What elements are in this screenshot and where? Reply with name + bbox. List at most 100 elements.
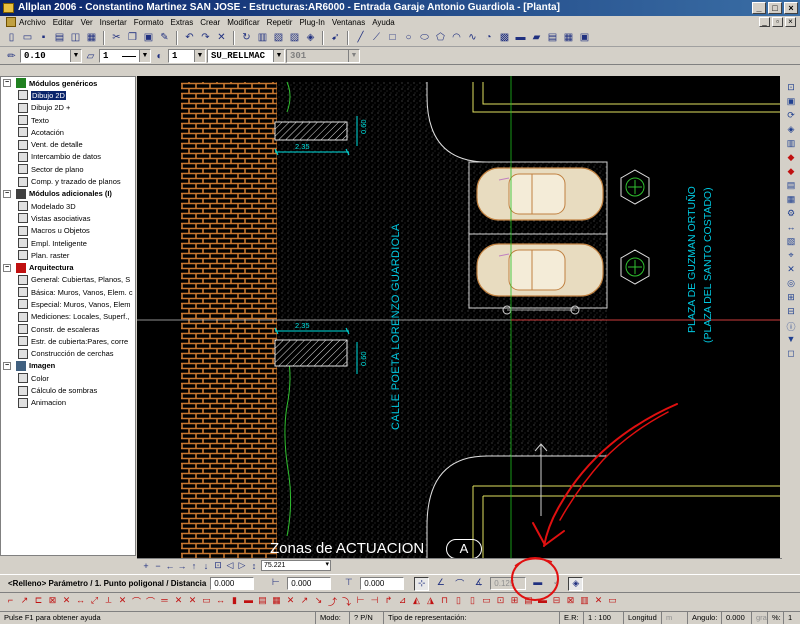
dimension-icon[interactable]: ⊞ <box>785 292 798 303</box>
print-preview-icon[interactable]: ◫ <box>68 30 83 45</box>
arc-snap-icon[interactable]: ⌒ <box>452 577 467 591</box>
maximize-button[interactable]: □ <box>768 2 782 14</box>
regenerate-icon[interactable]: ⟳ <box>785 110 798 121</box>
layer-visibility-icon[interactable]: ▥ <box>785 138 798 149</box>
spline-icon[interactable]: ∿ <box>465 30 480 45</box>
snap-object-button[interactable]: ◈ <box>568 576 584 591</box>
new-file-icon[interactable]: ▯ <box>4 30 19 45</box>
copy-up-icon[interactable]: ⤴ <box>326 595 339 609</box>
zoom-out-icon[interactable]: − <box>153 561 163 571</box>
circle-icon[interactable]: ○ <box>401 30 416 45</box>
mirror-icon[interactable]: ↔ <box>214 595 227 609</box>
copy-down-icon[interactable]: ⤵ <box>340 595 353 609</box>
dy-field[interactable]: 0.000 <box>360 577 405 590</box>
zoom-in-icon[interactable]: + <box>141 561 151 571</box>
module-item[interactable]: Comp. y trazado de planos <box>1 175 135 187</box>
collapse-icon[interactable]: − <box>3 361 11 370</box>
mdi-minimize-button[interactable]: _ <box>759 17 770 27</box>
columns-icon[interactable]: ▥ <box>578 595 591 609</box>
extend-icon[interactable]: ⊟ <box>785 306 798 317</box>
module-item[interactable]: Empl. Inteligente <box>1 237 135 249</box>
open-folder-icon[interactable]: ▭ <box>20 30 35 45</box>
contour-icon[interactable]: ◔ <box>481 30 496 45</box>
module-item[interactable]: Estr. de cubierta:Pares, corre <box>1 335 135 347</box>
measure-icon[interactable]: ↔ <box>785 222 798 233</box>
document-icon[interactable] <box>6 17 16 27</box>
module-group[interactable]: − Imagen <box>1 360 135 372</box>
module-item[interactable]: Acotación <box>1 126 135 138</box>
offset-line-icon[interactable]: ⊏ <box>32 595 45 609</box>
line-icon[interactable]: ╱ <box>353 30 368 45</box>
redo-icon[interactable]: ↷ <box>198 30 213 45</box>
menu-formato[interactable]: Formato <box>134 18 164 27</box>
shading-icon[interactable]: ▰ <box>529 30 544 45</box>
dx-field[interactable]: 0.000 <box>287 577 332 590</box>
pan-right-icon[interactable]: → <box>177 561 187 571</box>
break-icon[interactable]: ✕ <box>186 595 199 609</box>
angle-field[interactable]: 0.125 <box>490 577 527 590</box>
module-item[interactable]: Modelado 3D <box>1 200 135 212</box>
image-icon[interactable]: ▨ <box>287 30 302 45</box>
menu-ayuda[interactable]: Ayuda <box>372 18 395 27</box>
remove-icon[interactable]: ✕ <box>284 595 297 609</box>
snap-icon[interactable]: ⌖ <box>785 250 798 261</box>
close-tool-icon[interactable]: ✕ <box>592 595 605 609</box>
box-icon[interactable]: ▭ <box>200 595 213 609</box>
delete-segment-icon[interactable]: ⊠ <box>46 595 59 609</box>
module-item[interactable]: Macros u Objetos <box>1 225 135 237</box>
menu-plugin[interactable]: Plug-In <box>299 18 324 27</box>
delete-icon[interactable]: ✕ <box>214 30 229 45</box>
fillet-icon[interactable]: ⌒ <box>130 595 143 609</box>
menu-ver[interactable]: Ver <box>81 18 93 27</box>
window-icon[interactable]: ▭ <box>606 595 619 609</box>
settings-icon[interactable]: ⚙ <box>785 208 798 219</box>
object-icon[interactable]: ◻ <box>785 348 798 359</box>
menu-crear[interactable]: Crear <box>200 18 220 27</box>
pan-down-icon[interactable]: ↓ <box>201 561 211 571</box>
grid-delete-icon[interactable]: ⊠ <box>564 595 577 609</box>
ellipse-icon[interactable]: ⬭ <box>417 30 432 45</box>
zoom-extents-icon[interactable]: ⊡ <box>213 560 223 571</box>
module-group[interactable]: − Módulos adicionales (I) <box>1 188 135 200</box>
previous-view-icon[interactable]: ◁ <box>225 560 235 571</box>
filter-icon[interactable]: ▼ <box>785 334 798 345</box>
line-color-combo[interactable]: 1 ▼ <box>168 49 206 63</box>
layer-combo[interactable]: SU_RELLMAC ▼ <box>207 49 285 63</box>
wedge-left-icon[interactable]: ◭ <box>410 595 423 609</box>
grid-icon[interactable]: ▦ <box>785 194 798 205</box>
paste-icon[interactable]: ▣ <box>141 30 156 45</box>
layers-icon[interactable]: ▧ <box>271 30 286 45</box>
grid-remove-icon[interactable]: ⊟ <box>550 595 563 609</box>
cube-icon[interactable]: ◈ <box>303 30 318 45</box>
stretch-icon[interactable]: ↔ <box>74 595 87 609</box>
panel-alt-icon[interactable]: ▯ <box>466 595 479 609</box>
menu-archivo[interactable]: Archivo <box>19 18 46 27</box>
select-icon[interactable]: ⊡ <box>494 595 507 609</box>
chamfer-icon[interactable]: ⌒ <box>144 595 157 609</box>
close-button[interactable]: × <box>784 2 798 14</box>
menu-ventanas[interactable]: Ventanas <box>332 18 365 27</box>
zoom-all-icon[interactable]: ▣ <box>785 96 798 107</box>
parallel-icon[interactable]: ═ <box>158 595 171 609</box>
erase-icon[interactable]: ✕ <box>172 595 185 609</box>
pan-up-icon[interactable]: ↑ <box>189 561 199 571</box>
drawing-canvas[interactable]: 2.35 2.35 0.60 0.60 <box>137 76 780 558</box>
module-item[interactable]: Plan. raster <box>1 249 135 261</box>
module-item[interactable]: Mediciones: Locales, Superf., <box>1 311 135 323</box>
bracket-icon[interactable]: ⊓ <box>438 595 451 609</box>
filter-toggle-icon[interactable]: ✓ <box>549 577 564 591</box>
collapse-icon[interactable]: − <box>3 263 11 272</box>
move-icon[interactable]: ↗ <box>298 595 311 609</box>
undo-icon[interactable]: ↶ <box>182 30 197 45</box>
module-item[interactable]: Color <box>1 372 135 384</box>
module-item[interactable]: Sector de plano <box>1 163 135 175</box>
hide-icon[interactable]: ▧ <box>785 236 798 247</box>
collapse-icon[interactable]: − <box>3 79 11 88</box>
mdi-close-button[interactable]: × <box>785 17 796 27</box>
corner-icon[interactable]: ↱ <box>382 595 395 609</box>
align-right-icon[interactable]: ⊣ <box>368 595 381 609</box>
arc-icon[interactable]: ◠ <box>449 30 464 45</box>
refresh-icon[interactable]: ↻ <box>239 30 254 45</box>
trace-icon[interactable]: ✕ <box>785 264 798 275</box>
document-open-icon[interactable]: ▥ <box>255 30 270 45</box>
